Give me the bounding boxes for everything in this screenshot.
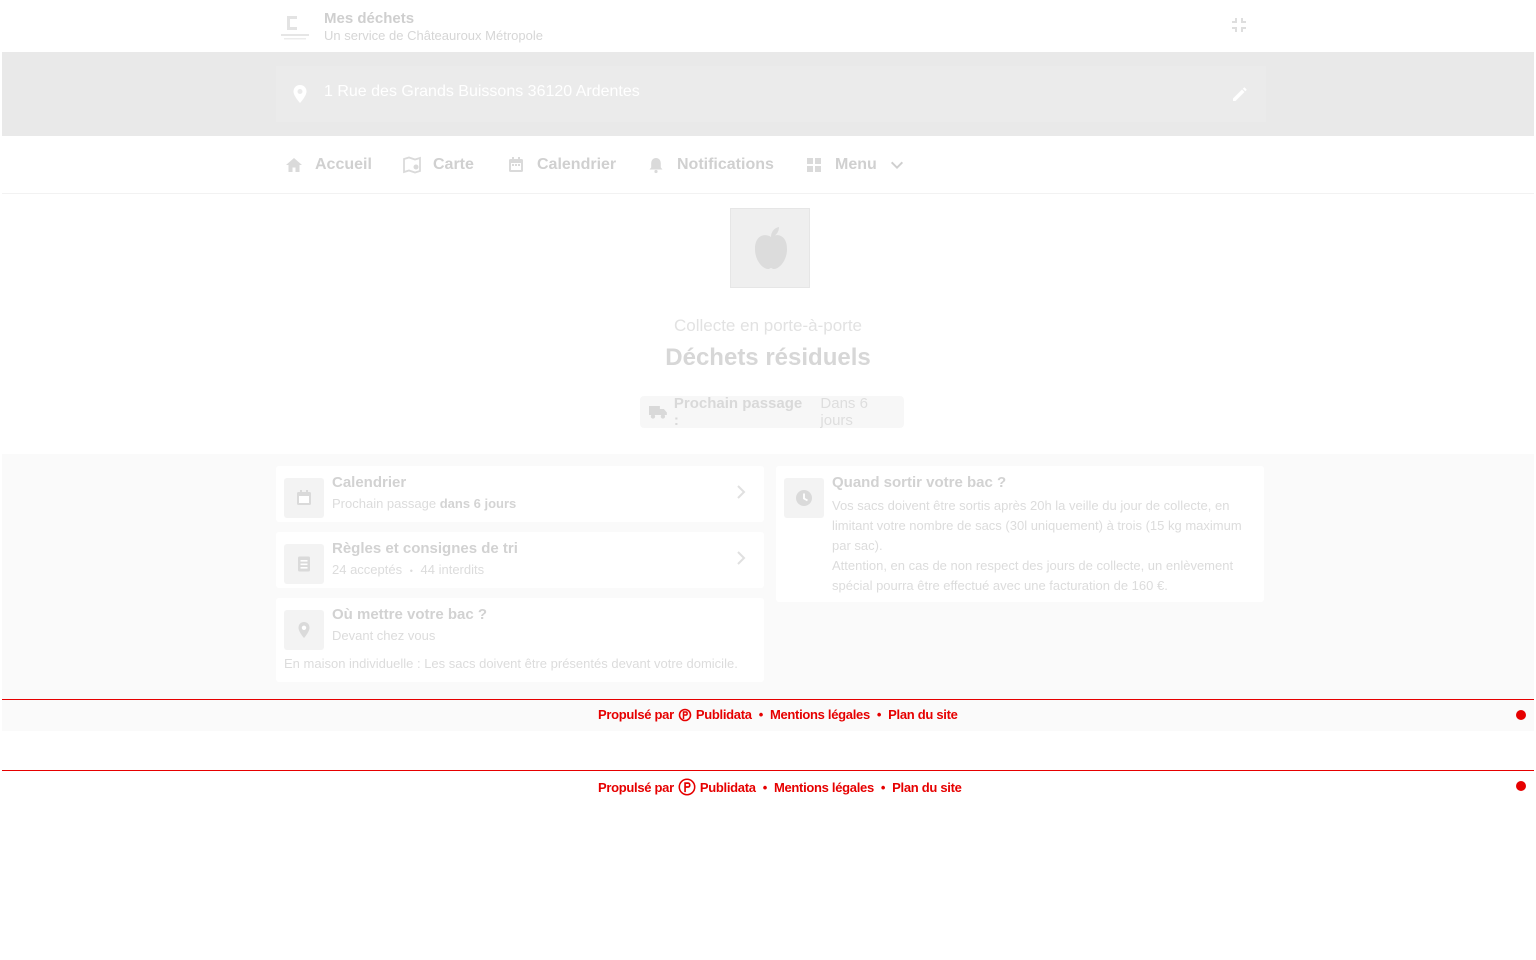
- legal-notice-link[interactable]: Mentions légales: [774, 780, 874, 795]
- calendar-card-prefix: Prochain passage: [332, 496, 437, 511]
- checklist-icon: [298, 556, 310, 572]
- powered-by-text: Propulsé par: [598, 779, 674, 795]
- status-dot: [1516, 710, 1526, 720]
- chevron-right-icon: [737, 551, 746, 565]
- when-card-paragraph-2: Attention, en cas de non respect des jou…: [832, 558, 1234, 593]
- sitemap-link[interactable]: Plan du site: [888, 707, 958, 722]
- footer-links: Propulsé par Publidata • Mentions légale…: [598, 707, 958, 722]
- sitemap-link[interactable]: Plan du site: [892, 780, 962, 795]
- next-collection-value: Dans 6 jours: [820, 395, 868, 429]
- calendar-card-bold: dans 6 jours: [439, 496, 517, 511]
- content-area: Calendrier Prochain passage dans 6 jours…: [2, 454, 1534, 700]
- app-subtitle: Un service de Châteauroux Métropole: [324, 28, 543, 43]
- status-dot: [1516, 781, 1526, 791]
- when-card-paragraph-1: Vos sacs doivent être sortis après 20h l…: [832, 498, 1242, 553]
- footer-separator: •: [762, 779, 768, 795]
- grid-icon: [807, 158, 821, 172]
- footer-separator: •: [876, 707, 882, 722]
- chateauroux-logo[interactable]: [279, 12, 311, 42]
- rules-card-title: Règles et consignes de tri: [332, 540, 518, 557]
- truck-icon: [648, 406, 667, 419]
- clock-icon: [796, 490, 812, 506]
- powered-by-text: Propulsé par: [598, 707, 674, 722]
- location-card-icon-box: [284, 610, 324, 650]
- calendar-card-icon-box: [284, 478, 324, 518]
- main-nav: Accueil Carte Calendrier Notifications M…: [2, 136, 1534, 194]
- bell-icon: [649, 158, 663, 174]
- next-collection-pill: Prochain passage : Dans 6 jours: [640, 395, 904, 429]
- when-card-icon-box: [784, 478, 824, 518]
- footer-secondary: Propulsé par Publidata • Mentions légale…: [2, 770, 1534, 802]
- address-text: 1 Rue des Grands Buissons 36120 Ardentes: [324, 83, 640, 100]
- rules-card-line: 24 acceptés • 44 interdits: [332, 562, 484, 577]
- when-card-title: Quand sortir votre bac ?: [832, 474, 1007, 491]
- collection-hero: Collecte en porte-à-porte Déchets résidu…: [2, 194, 1534, 454]
- chevron-right-icon: [737, 485, 746, 499]
- location-card-note: En maison individuelle : Les sacs doiven…: [284, 656, 738, 671]
- next-collection-label: Prochain passage :: [673, 395, 803, 429]
- calendar-icon: [297, 490, 311, 505]
- accepted-count: 24 acceptés: [332, 562, 403, 577]
- edit-pencil-icon[interactable]: [1230, 84, 1250, 104]
- nav-item-accueil[interactable]: Accueil: [285, 136, 372, 194]
- apple-icon: [755, 227, 787, 269]
- calendar-card-title: Calendrier: [332, 474, 407, 491]
- publidata-link[interactable]: Publidata: [700, 780, 756, 795]
- nav-label-accueil: Accueil: [315, 156, 372, 173]
- publidata-logo-icon: [678, 708, 692, 721]
- location-pin-icon: [298, 622, 310, 638]
- nav-item-carte[interactable]: Carte: [403, 136, 474, 194]
- rules-card-icon-box: [284, 544, 324, 584]
- calendar-card-line: Prochain passage dans 6 jours: [332, 496, 516, 511]
- waste-type-badge: [730, 208, 810, 288]
- home-icon: [286, 158, 302, 172]
- when-card-text: Vos sacs doivent être sortis après 20h l…: [832, 496, 1252, 596]
- nav-item-calendrier[interactable]: Calendrier: [507, 136, 616, 194]
- waste-type-title: Déchets résiduels: [665, 344, 871, 371]
- footer-links: Propulsé par Publidata • Mentions légale…: [598, 778, 962, 796]
- nav-label-notifications: Notifications: [677, 156, 774, 173]
- sorting-rules-card[interactable]: Règles et consignes de tri 24 acceptés •…: [276, 532, 764, 588]
- nav-item-menu[interactable]: Menu: [805, 136, 905, 194]
- calendar-card[interactable]: Calendrier Prochain passage dans 6 jours: [276, 466, 764, 522]
- footer-primary: Propulsé par Publidata • Mentions légale…: [2, 699, 1534, 731]
- footer-separator: •: [758, 707, 764, 722]
- nav-label-menu: Menu: [835, 156, 877, 173]
- collection-type: Collecte en porte-à-porte: [673, 316, 863, 335]
- nav-item-notifications[interactable]: Notifications: [647, 136, 774, 194]
- location-card-line: Devant chez vous: [332, 628, 436, 643]
- footer-separator: •: [880, 779, 886, 795]
- publidata-logo-icon: [678, 778, 696, 796]
- rules-separator: •: [409, 566, 413, 576]
- app-title: Mes déchets: [324, 10, 415, 27]
- map-icon: [403, 156, 421, 174]
- address-field[interactable]: 1 Rue des Grands Buissons 36120 Ardentes: [276, 66, 1266, 122]
- nav-label-carte: Carte: [433, 156, 474, 173]
- legal-notice-link[interactable]: Mentions légales: [770, 707, 870, 722]
- chevron-down-icon: [890, 161, 903, 170]
- location-pin-icon: [293, 85, 307, 103]
- collapse-icon[interactable]: [1230, 16, 1248, 34]
- forbidden-count: 44 interdits: [420, 562, 485, 577]
- location-card-title: Où mettre votre bac ?: [332, 606, 488, 623]
- address-bar: 1 Rue des Grands Buissons 36120 Ardentes: [2, 52, 1534, 136]
- top-bar: Mes déchets Un service de Châteauroux Mé…: [2, 0, 1534, 52]
- when-to-put-out-card: Quand sortir votre bac ? Vos sacs doiven…: [776, 466, 1264, 602]
- nav-label-calendrier: Calendrier: [537, 156, 617, 173]
- calendar-icon: [509, 157, 523, 172]
- bin-location-card: Où mettre votre bac ? Devant chez vous E…: [276, 598, 764, 682]
- publidata-link[interactable]: Publidata: [696, 707, 752, 722]
